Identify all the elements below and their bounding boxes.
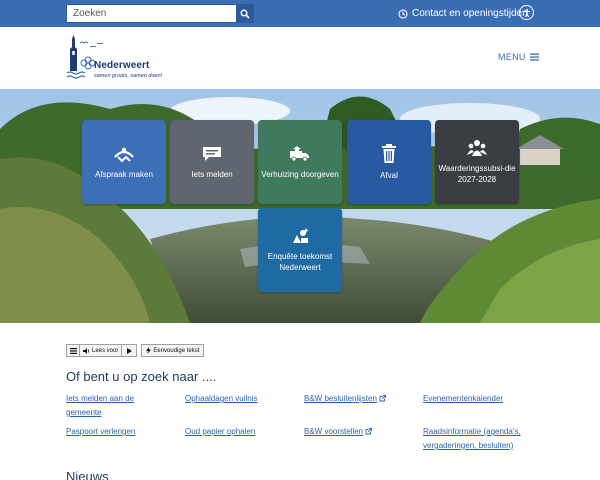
survey-sparkle-icon [293,228,309,243]
tile-label: Verhuizing doorgeven [261,169,339,179]
moving-truck-icon [290,145,309,161]
play-button[interactable] [122,345,136,356]
simple-text-label: Eenvoudige tekst [153,347,200,354]
lightning-icon [146,347,152,354]
external-link-icon [365,428,373,435]
tile-label: Afval [380,170,398,180]
hamburger-icon [69,347,77,354]
link-label: B&W besluitenlijsten [304,394,377,403]
link-raadsinformatie[interactable]: Raadsinformatie (agenda's, vergaderingen… [423,425,538,453]
tile-afval[interactable]: Afval [347,120,431,204]
tile-iets-melden[interactable]: Iets melden [170,120,254,204]
tile-label: Enquête toekomst Nederweert [267,252,333,272]
news-heading: Nieuws [66,469,109,480]
search-box [66,4,254,23]
external-link-icon [379,395,386,402]
tile-enquete-toekomst[interactable]: Enquête toekomst Nederweert [258,208,342,292]
tile-waarderingssubsidie[interactable]: Waarderingssubsi-die 2027-2028 [435,120,519,204]
tile-label: Iets melden [191,169,233,179]
search-icon [240,9,250,19]
calendar-handshake-icon [114,147,134,162]
contact-label: Contact en openingstijden [412,8,528,19]
link-paspoort-verlengen[interactable]: Paspoort verlengen [66,425,135,439]
readspeaker-menu-button[interactable] [67,345,80,356]
logo-title: Nederweert [94,60,150,71]
trash-can-icon [382,143,396,163]
accessibility-icon [523,8,530,17]
clock-icon [398,8,408,19]
hero-section: Afspraak maken Iets melden Verhuizing do… [0,89,600,323]
link-evenementenkalender[interactable]: Evenementenkalender [423,392,503,406]
site-header: Nederweert samen groots, samen doen! MEN… [0,27,600,89]
people-group-icon [467,140,487,156]
tile-label: Afspraak maken [95,169,153,179]
tile-afspraak-maken[interactable]: Afspraak maken [82,120,166,204]
link-ophaaldagen[interactable]: Ophaaldagen vuilnis [185,392,258,406]
play-icon [126,347,132,354]
speaker-icon [83,347,90,354]
read-aloud-button[interactable]: Lees voor [80,345,123,356]
top-bar: Contact en openingstijden [0,0,600,27]
speech-bubble-icon [203,146,221,161]
link-label: B&W voorstellen [304,427,364,436]
lookfor-heading: Of bent u op zoek naar .... [66,369,217,384]
tile-verhuizing-doorgeven[interactable]: Verhuizing doorgeven [258,120,342,204]
tile-label: Waarderingssubsi-die 2027-2028 [438,164,516,184]
menu-label: MENU [498,52,526,62]
read-aloud-label: Lees voor [92,347,119,354]
accessibility-button[interactable] [519,5,534,20]
search-input[interactable] [67,5,237,22]
hamburger-icon [529,53,539,61]
contact-link[interactable]: Contact en openingstijden [398,6,528,21]
menu-button[interactable]: MENU [498,52,539,62]
link-iets-melden[interactable]: Iets melden aan de gemeente [66,392,166,420]
link-bw-besluitenlijsten[interactable]: B&W besluitenlijsten [304,392,386,406]
readspeaker-player: Lees voor [66,344,138,357]
link-bw-voorstellen[interactable]: B&W voorstellen [304,425,373,439]
logo-slogan: samen groots, samen doen! [94,73,163,79]
simple-text-toggle[interactable]: Eenvoudige tekst [141,344,205,357]
search-button[interactable] [236,5,253,22]
simple-text-button[interactable]: Eenvoudige tekst [142,345,203,356]
readspeaker-toolbar: Lees voor Eenvoudige tekst [66,344,205,357]
link-oud-papier[interactable]: Oud papier ophalen [185,425,255,439]
